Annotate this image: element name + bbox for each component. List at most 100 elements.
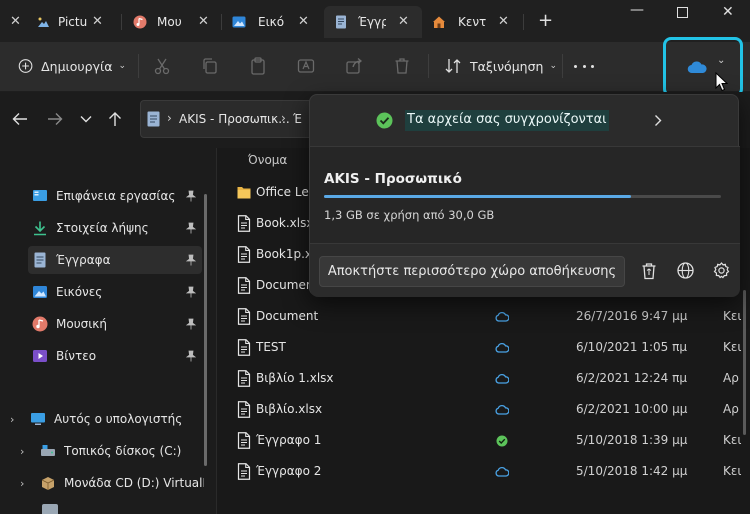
delete-icon[interactable]: [392, 56, 412, 76]
tab-home[interactable]: Κεντ ✕: [422, 6, 524, 38]
cloud-status-icon: [495, 311, 509, 322]
pin-icon[interactable]: [186, 254, 196, 266]
new-tab-button[interactable]: +: [538, 12, 553, 30]
breadcrumb-separator: ›: [167, 111, 172, 125]
expand-chevron-icon[interactable]: ›: [20, 445, 34, 458]
breadcrumb-item[interactable]: Έ: [293, 112, 307, 126]
tab-label: Έγγρ: [358, 15, 386, 29]
get-more-storage-button[interactable]: Αποκτήστε περισσότερο χώρο αποθήκευσης: [319, 256, 625, 287]
recent-locations-chevron-icon[interactable]: [80, 115, 92, 123]
paste-icon[interactable]: [248, 56, 268, 76]
file-row[interactable]: Βιβλίο.xlsx 6/2/2021 10:00 μμ Αρ: [217, 394, 739, 425]
file-name: Office Len: [256, 185, 317, 199]
forward-arrow-icon[interactable]: [47, 112, 63, 126]
file-icon: [237, 339, 251, 356]
settings-gear-icon[interactable]: [713, 262, 730, 279]
close-tab-icon[interactable]: ✕: [498, 14, 509, 29]
sidebar-item-music[interactable]: Μουσική: [28, 310, 202, 338]
pin-icon[interactable]: [186, 190, 196, 202]
storage-bar: [324, 195, 721, 198]
file-row[interactable]: Έγγραφο 2 5/10/2018 1:42 μμ Κει: [217, 456, 741, 487]
file-row[interactable]: Document 26/7/2016 9:47 μμ Κει: [217, 301, 741, 332]
up-arrow-icon[interactable]: [108, 111, 122, 127]
videos-icon: [33, 350, 47, 362]
close-tab-icon[interactable]: ✕: [198, 14, 209, 29]
share-icon[interactable]: [344, 56, 364, 76]
navigation-pane: Επιφάνεια εργασίας Στοιχεία λήψης Έγγραφ…: [0, 148, 216, 514]
cut-icon[interactable]: [152, 56, 172, 76]
tab-label: Κεντ: [458, 15, 487, 29]
desktop-icon: [33, 190, 47, 201]
globe-icon[interactable]: [677, 262, 694, 279]
file-icon: [237, 370, 251, 387]
file-row[interactable]: Βιβλίο 1.xlsx 6/2/2021 12:24 πμ Αρ: [217, 363, 739, 394]
address-bar[interactable]: › AKIS - Προσωπικ... › Έ: [140, 100, 320, 138]
expand-chevron-icon[interactable]: ›: [20, 477, 34, 490]
tab-label: Μου: [157, 15, 182, 29]
file-row[interactable]: TEST 6/10/2021 1:05 πμ Κει: [217, 332, 741, 363]
sidebar-item-downloads[interactable]: Στοιχεία λήψης: [28, 214, 202, 242]
copy-icon[interactable]: [200, 56, 220, 76]
sidebar-item-cd-drive[interactable]: › Μονάδα CD (D:) VirtualBo: [20, 470, 206, 496]
rename-icon[interactable]: [296, 56, 316, 76]
file-list-scrollbar[interactable]: [743, 290, 746, 435]
sidebar-item-documents[interactable]: Έγγραφα: [28, 246, 202, 274]
back-arrow-icon[interactable]: [12, 112, 28, 126]
sync-status-row[interactable]: Τα αρχεία σας συγχρονίζονται: [310, 95, 740, 147]
pin-icon[interactable]: [186, 318, 196, 330]
close-tab-icon[interactable]: ✕: [398, 14, 409, 29]
close-tab-icon[interactable]: ✕: [92, 14, 103, 29]
tab-pictures-folder[interactable]: Εικό ✕: [222, 6, 324, 38]
file-type: Αρ: [723, 402, 739, 416]
sort-icon: [445, 59, 461, 73]
expand-chevron-icon[interactable]: ›: [10, 413, 24, 426]
plus-circle-icon: [18, 59, 33, 73]
tab-music[interactable]: Μου ✕: [122, 6, 222, 38]
sidebar-item-pictures[interactable]: Εικόνες: [28, 278, 202, 306]
file-row[interactable]: Έγγραφο 1 5/10/2018 1:39 μμ Κει: [217, 425, 741, 456]
sidebar-item-desktop[interactable]: Επιφάνεια εργασίας: [28, 182, 202, 210]
tab-label: Pictu: [58, 15, 88, 29]
close-window-icon[interactable]: ✕: [722, 4, 734, 20]
file-date: 26/7/2016 9:47 μμ: [576, 309, 688, 323]
toolbar-divider: [138, 54, 139, 78]
pin-icon[interactable]: [186, 350, 196, 362]
file-icon: [237, 246, 251, 263]
tab-label: Εικό: [258, 15, 284, 29]
close-tab-icon[interactable]: ✕: [298, 14, 309, 29]
pictures-folder-tab-icon: [232, 16, 246, 28]
new-button-label: Δημιουργία: [41, 58, 113, 74]
sidebar-item-videos[interactable]: Βίντεο: [28, 342, 202, 370]
recycle-bin-icon[interactable]: [641, 262, 657, 280]
pin-icon[interactable]: [186, 286, 196, 298]
minimize-icon[interactable]: —: [630, 2, 644, 18]
sidebar-item-label: Έγγραφα: [56, 253, 111, 267]
more-options-icon[interactable]: [574, 56, 594, 76]
sidebar-item-this-pc[interactable]: › Αυτός ο υπολογιστής: [10, 406, 206, 432]
mouse-pointer-icon: [715, 72, 728, 92]
sidebar-item-label: Εικόνες: [56, 285, 103, 299]
documents-icon: [34, 252, 46, 268]
onedrive-cloud-icon: [687, 61, 707, 74]
tab-pictures[interactable]: ✕ Pictu ✕: [0, 6, 122, 38]
breadcrumb-item[interactable]: AKIS - Προσωπικ...: [179, 112, 290, 126]
column-header-name[interactable]: Όνομα: [248, 153, 287, 167]
account-section: AKIS - Προσωπικό 1,3 GB σε χρήση από 30,…: [310, 147, 740, 243]
maximize-icon[interactable]: [677, 7, 688, 18]
sidebar-item-local-disk[interactable]: › Τοπικός δίσκος (C:): [20, 438, 206, 464]
onedrive-button[interactable]: ⌄: [663, 37, 743, 97]
chevron-down-icon: ⌄: [549, 61, 557, 71]
close-tab-icon[interactable]: ✕: [10, 14, 21, 29]
file-name: Βιβλίο.xlsx: [256, 402, 323, 416]
chevron-right-icon: [655, 115, 662, 126]
tab-documents[interactable]: Έγγρ ✕: [324, 6, 422, 38]
storage-bar-fill: [324, 195, 631, 198]
file-icon: [237, 215, 251, 232]
file-type: Κει: [723, 464, 742, 478]
sidebar-scrollbar[interactable]: [204, 194, 207, 466]
pin-icon[interactable]: [186, 222, 196, 234]
pictures-tab-icon: [38, 17, 49, 27]
storage-usage-text: 1,3 GB σε χρήση από 30,0 GB: [324, 208, 495, 222]
sort-button[interactable]: Ταξινόμηση ⌄: [440, 52, 558, 80]
new-button[interactable]: Δημιουργία ⌄: [14, 52, 126, 80]
